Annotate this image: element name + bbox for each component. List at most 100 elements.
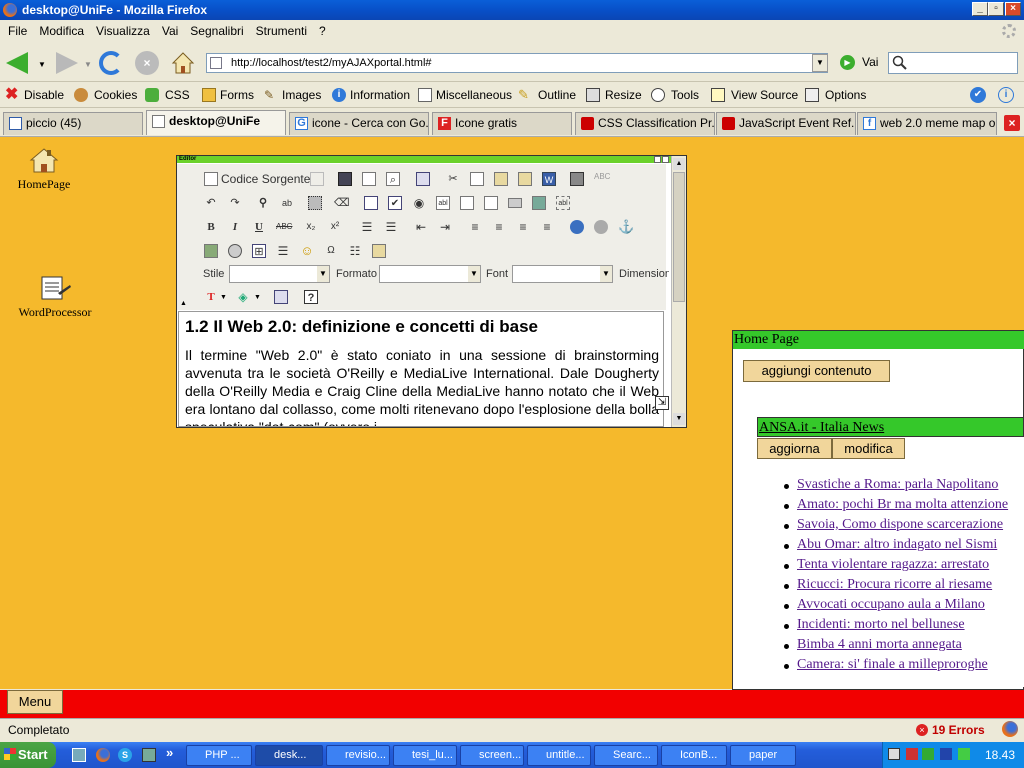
news-link[interactable]: Avvocati occupano aula a Milano bbox=[797, 597, 985, 613]
news-link[interactable]: Abu Omar: altro indagato nel Sismi bbox=[797, 537, 997, 553]
paste-word-icon[interactable]: W bbox=[542, 172, 556, 186]
button-field-icon[interactable] bbox=[508, 198, 522, 208]
dev-css-menu[interactable]: CSS bbox=[165, 88, 190, 102]
templates-icon[interactable] bbox=[310, 172, 324, 186]
table-icon[interactable]: ⊞ bbox=[252, 244, 266, 258]
forward-dropdown-icon[interactable]: ▼ bbox=[84, 60, 92, 69]
taskbar-screen[interactable]: screen... bbox=[460, 745, 524, 766]
templates-doc-icon[interactable] bbox=[416, 172, 430, 186]
dev-miscellaneous-menu[interactable]: Miscellaneous bbox=[436, 88, 512, 102]
tab-icone-google[interactable]: Gicone - Cerca con Go... bbox=[289, 112, 429, 135]
info-circle-icon[interactable]: i bbox=[998, 87, 1014, 103]
desktop-icon-homepage[interactable]: HomePage bbox=[16, 147, 72, 192]
taskbar-paper[interactable]: paper bbox=[730, 745, 796, 766]
tab-css-classification[interactable]: CSS Classification Pr... bbox=[575, 112, 715, 135]
dev-forms-menu[interactable]: Forms bbox=[220, 88, 254, 102]
align-center-icon[interactable]: ≡ bbox=[492, 220, 506, 234]
go-button[interactable]: Vai bbox=[862, 55, 878, 69]
special-char-icon[interactable]: Ω bbox=[324, 244, 338, 258]
style-select[interactable]: ▼ bbox=[229, 265, 330, 283]
dev-resize-menu[interactable]: Resize bbox=[605, 88, 642, 102]
bg-color-icon[interactable]: ◈ bbox=[236, 290, 250, 304]
numbered-list-icon[interactable]: ☰ bbox=[360, 220, 374, 234]
validate-check-icon[interactable]: ✔ bbox=[970, 87, 986, 103]
taskbar-tesi[interactable]: tesi_lu... bbox=[393, 745, 457, 766]
show-desktop-icon[interactable] bbox=[72, 748, 86, 762]
remove-format-icon[interactable]: ⌫ bbox=[334, 196, 350, 210]
page-break-icon[interactable]: ☷ bbox=[348, 244, 362, 258]
dev-images-menu[interactable]: Images bbox=[282, 88, 321, 102]
go-icon[interactable]: ▶ bbox=[840, 55, 855, 70]
preview-icon[interactable]: ⌕ bbox=[386, 172, 400, 186]
tab-desktop-unife[interactable]: desktop@UniFe bbox=[146, 110, 286, 135]
strikethrough-icon[interactable]: ABC bbox=[276, 220, 292, 234]
smiley-icon[interactable]: ☺ bbox=[300, 244, 314, 258]
taskbar-revisio[interactable]: revisio... bbox=[326, 745, 390, 766]
select-field-icon[interactable] bbox=[484, 196, 498, 210]
flash-icon[interactable] bbox=[228, 244, 242, 258]
url-dropdown-button[interactable]: ▼ bbox=[812, 54, 828, 72]
image-icon[interactable] bbox=[204, 244, 218, 258]
news-link[interactable]: Savoia, Como dispone scarcerazione bbox=[797, 517, 1003, 533]
app-quicklaunch-icon[interactable] bbox=[142, 748, 156, 762]
dev-view-source-menu[interactable]: View Source bbox=[731, 88, 798, 102]
refresh-button[interactable]: aggiorna bbox=[757, 438, 832, 459]
news-feed-title[interactable]: ANSA.it - Italia News bbox=[757, 417, 1024, 437]
cut-icon[interactable]: ✂ bbox=[446, 172, 460, 186]
homepage-title-bar[interactable]: Home Page bbox=[733, 331, 1024, 349]
antivirus-icon[interactable] bbox=[958, 748, 970, 760]
back-arrow-icon[interactable] bbox=[6, 52, 28, 74]
anchor-icon[interactable]: ⚓ bbox=[618, 220, 634, 234]
url-input[interactable]: http://localhost/test2/myAJAXportal.html… bbox=[206, 53, 828, 73]
resize-handle-icon[interactable]: ⇲ bbox=[655, 396, 669, 410]
close-window-button[interactable]: × bbox=[1005, 2, 1021, 16]
help-icon[interactable]: ? bbox=[304, 290, 318, 304]
align-left-icon[interactable]: ≡ bbox=[468, 220, 482, 234]
taskbar-desktop[interactable]: desk... bbox=[255, 745, 323, 766]
tab-javascript-events[interactable]: JavaScript Event Ref... bbox=[716, 112, 856, 135]
menu-help[interactable]: ? bbox=[319, 24, 326, 38]
align-right-icon[interactable]: ≡ bbox=[516, 220, 530, 234]
taskbar-search[interactable]: Searc... bbox=[594, 745, 658, 766]
menu-vai[interactable]: Vai bbox=[162, 24, 178, 38]
new-page-icon[interactable] bbox=[362, 172, 376, 186]
editor-title-bar[interactable]: Editor bbox=[177, 156, 671, 163]
select-all-icon[interactable] bbox=[308, 196, 322, 210]
tray-app-icon[interactable] bbox=[922, 748, 934, 760]
scroll-up-icon[interactable]: ▲ bbox=[673, 158, 685, 170]
news-link[interactable]: Svastiche a Roma: parla Napolitano bbox=[797, 477, 998, 493]
edit-feed-button[interactable]: modifica bbox=[832, 438, 905, 459]
link-icon[interactable] bbox=[570, 220, 584, 234]
bold-icon[interactable]: B bbox=[204, 220, 218, 234]
error-count[interactable]: 19 Errors bbox=[910, 720, 994, 740]
hidden-field-icon[interactable]: abl bbox=[556, 196, 570, 210]
add-content-button[interactable]: aggiungi contenuto bbox=[743, 360, 890, 382]
menu-button[interactable]: Menu bbox=[7, 690, 63, 714]
dev-cookies-menu[interactable]: Cookies bbox=[94, 88, 137, 102]
undo-icon[interactable]: ↶ bbox=[204, 196, 218, 210]
menu-segnalibri[interactable]: Segnalibri bbox=[190, 24, 243, 38]
news-link[interactable]: Amato: pochi Br ma molta attenzione bbox=[797, 497, 1008, 513]
font-select[interactable]: ▼ bbox=[512, 265, 613, 283]
taskbar-php[interactable]: PHP ... bbox=[186, 745, 252, 766]
indent-icon[interactable]: ⇥ bbox=[438, 220, 452, 234]
maximize-button[interactable]: ▫ bbox=[988, 2, 1004, 16]
shield-icon[interactable] bbox=[940, 748, 952, 760]
text-color-icon[interactable]: T bbox=[204, 290, 218, 304]
dev-options-menu[interactable]: Options bbox=[825, 88, 866, 102]
menu-strumenti[interactable]: Strumenti bbox=[256, 24, 307, 38]
print-icon[interactable] bbox=[570, 172, 584, 186]
source-button[interactable]: Codice Sorgente bbox=[221, 172, 310, 186]
editor-minimize-icon[interactable] bbox=[654, 156, 661, 163]
reload-icon[interactable] bbox=[99, 51, 123, 75]
minimize-button[interactable]: _ bbox=[972, 2, 988, 16]
chevron-down-icon[interactable]: ▼ bbox=[254, 294, 261, 301]
news-link[interactable]: Tenta violentare ragazza: arrestato bbox=[797, 557, 989, 573]
form-icon[interactable] bbox=[364, 196, 378, 210]
bullet-list-icon[interactable]: ☰ bbox=[384, 220, 398, 234]
dev-information-menu[interactable]: Information bbox=[350, 88, 410, 102]
firefox-quicklaunch-icon[interactable] bbox=[96, 748, 110, 762]
news-link[interactable]: Incidenti: morto nel bellunese bbox=[797, 617, 965, 633]
image-button-icon[interactable] bbox=[532, 196, 546, 210]
home-icon[interactable] bbox=[171, 51, 195, 75]
